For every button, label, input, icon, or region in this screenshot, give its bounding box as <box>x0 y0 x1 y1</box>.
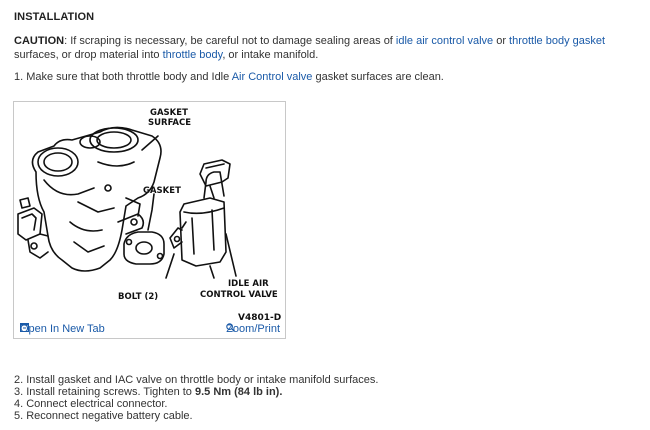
open-in-new-tab-link[interactable]: Open In New Tab <box>20 323 105 335</box>
caution-text-4: , or intake manifold. <box>222 48 319 61</box>
link-throttle-body-gasket[interactable]: throttle body gasket <box>509 35 605 47</box>
open-in-new-tab-label: Open In New Tab <box>20 323 105 335</box>
step-5: 5. Reconnect negative battery cable. <box>14 410 193 422</box>
figure-iac-valve: GASKET SURFACE GASKET BOLT (2) IDLE AIR … <box>13 101 286 339</box>
magnifier-icon <box>226 323 236 332</box>
link-throttle-body[interactable]: throttle body <box>163 49 223 61</box>
caution-text-2: or <box>493 35 510 47</box>
link-air-control-valve[interactable]: Air Control valve <box>232 71 313 83</box>
step-1-prefix: 1. Make sure that both throttle body and… <box>14 71 232 83</box>
step-3-torque: 9.5 Nm (84 lb in). <box>194 386 283 398</box>
step-3-prefix: 3. Install retaining screws. Tighten to <box>14 386 195 398</box>
zoom-print-link[interactable]: Zoom/Print <box>226 323 280 335</box>
label-iacv-1: IDLE AIR <box>228 279 269 289</box>
figure-toolbar: Open In New Tab Zoom/Print <box>14 322 285 338</box>
label-gasket: GASKET <box>143 186 181 196</box>
label-gasket-surface-2: SURFACE <box>148 118 191 128</box>
caution-text-3: surfaces, or drop material into <box>14 48 163 61</box>
iac-valve-illustration: GASKET SURFACE GASKET BOLT (2) IDLE AIR … <box>17 108 281 322</box>
step-1-suffix: gasket surfaces are clean. <box>312 71 444 83</box>
link-idle-air-control-valve[interactable]: idle air control valve <box>396 35 493 47</box>
label-iacv-2: CONTROL VALVE <box>200 290 278 300</box>
figure-code: V4801-D <box>238 313 281 322</box>
caution-label: CAUTION <box>14 35 65 47</box>
label-bolt: BOLT (2) <box>118 292 158 302</box>
label-gasket-surface-1: GASKET <box>150 108 188 118</box>
step-1: 1. Make sure that both throttle body and… <box>14 71 444 84</box>
caution-text-1: : If scraping is necessary, be careful n… <box>64 35 396 47</box>
caution-paragraph: CAUTION: If scraping is necessary, be ca… <box>14 35 642 62</box>
section-heading: INSTALLATION <box>14 11 95 23</box>
new-tab-icon <box>20 323 29 332</box>
